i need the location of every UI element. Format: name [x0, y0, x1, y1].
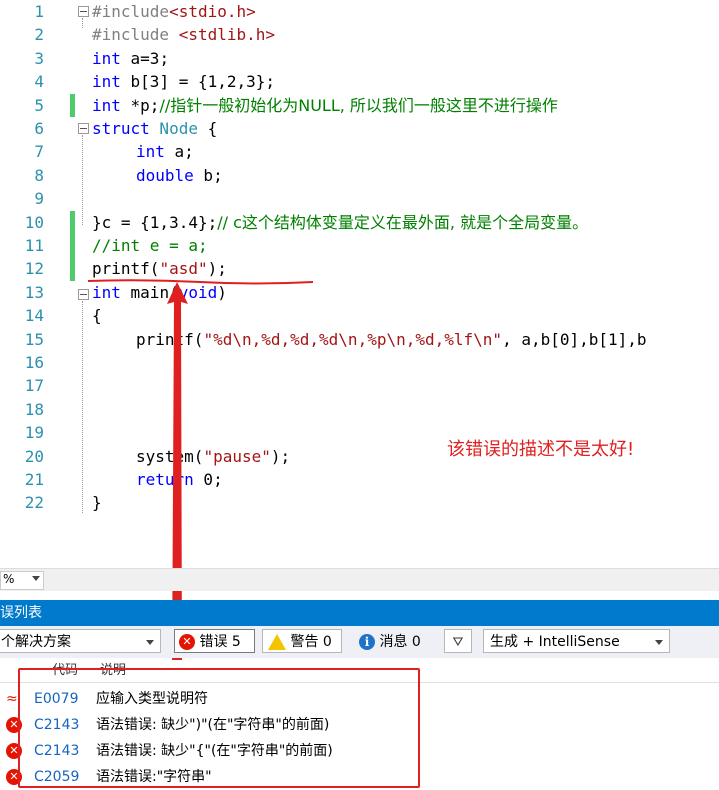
change-marker: [70, 94, 75, 117]
code-line-7: int a;: [136, 142, 194, 162]
zoom-dropdown[interactable]: %: [0, 571, 44, 590]
annotation-text: 该错误的描述不是太好!: [447, 439, 635, 460]
info-icon: i: [359, 634, 375, 650]
annotation-box: [18, 668, 420, 788]
line-number: 1: [34, 2, 44, 21]
line-number: 15: [24, 329, 44, 349]
line-number: 17: [24, 376, 44, 396]
line-number: 21: [24, 470, 44, 489]
red-underline: [88, 279, 313, 285]
code-line-22: }: [92, 493, 102, 513]
fold-toggle-icon[interactable]: [78, 123, 89, 134]
code-line-14: {: [92, 306, 102, 326]
code-line-6: struct Node {: [92, 119, 218, 138]
line-number: 2: [34, 25, 44, 45]
line-number: 18: [24, 399, 44, 419]
warning-icon: [268, 634, 286, 650]
chevron-down-icon: [146, 640, 154, 645]
error-list: 代码 说明 ≈ E0079 应输入类型说明符 ✕ C2143 语法错误: 缺少"…: [0, 660, 719, 788]
line-number: 22: [24, 493, 44, 513]
line-number: 3: [34, 48, 44, 68]
code-line-3: int a=3;: [92, 48, 170, 68]
warnings-filter-button[interactable]: 警告 0: [262, 629, 342, 653]
fold-guide: [82, 135, 83, 225]
code-line-1: #include<stdio.h>: [92, 2, 256, 21]
scope-dropdown[interactable]: 个解决方案: [0, 629, 161, 653]
code-line-11: //int e = a;: [92, 236, 208, 255]
code-line-4: int b[3] = {1,2,3};: [92, 72, 276, 92]
line-number: 4: [34, 72, 44, 92]
code-line-15: printf("%d\n,%d,%d,%d\n,%p\n,%d,%lf\n", …: [136, 329, 647, 349]
line-number: 11: [24, 236, 44, 255]
line-number: 8: [34, 165, 44, 185]
line-number: 16: [24, 353, 44, 372]
fold-toggle-icon[interactable]: [78, 289, 89, 300]
line-number: 20: [24, 446, 44, 466]
line-number: 5: [34, 95, 44, 115]
line-number: 9: [34, 189, 44, 209]
error-list-title: 误列表: [0, 600, 719, 626]
change-marker: [70, 211, 75, 281]
error-icon: ✕: [179, 634, 195, 650]
filter-icon: ⛛: [452, 635, 464, 650]
code-line-20: system("pause");: [136, 446, 291, 466]
line-number: 7: [34, 142, 44, 162]
build-filter-dropdown[interactable]: 生成 + IntelliSense: [483, 629, 670, 653]
line-number: 12: [24, 259, 44, 279]
code-line-10: }c = {1,3.4};// c这个结构体变量定义在最外面, 就是个全局变量。: [92, 212, 589, 232]
fold-guide: [82, 301, 83, 513]
squiggle-icon: ≈: [6, 691, 18, 707]
line-number: 13: [24, 282, 44, 302]
chevron-down-icon: [32, 576, 40, 581]
line-number: 10: [24, 212, 44, 232]
line-number: 6: [34, 119, 44, 138]
code-line-8: double b;: [136, 165, 223, 185]
fold-guide: [82, 18, 83, 28]
filter-button[interactable]: ⛛: [444, 629, 472, 653]
messages-filter-button[interactable]: i 消息 0: [350, 629, 434, 653]
code-line-5: int *p;//指针一般初始化为NULL, 所以我们一般这里不进行操作: [92, 95, 558, 115]
editor-status-strip: %: [0, 568, 719, 591]
errors-filter-button[interactable]: ✕ 错误 5: [174, 629, 255, 653]
code-editor[interactable]: 1 2 3 4 5 6 7 8 9 10 11 12 13 14 15 16 17 18 19 20 21 22 #inc…: [0, 0, 719, 520]
code-line-2: #include <stdlib.h>: [92, 25, 276, 45]
line-number: 19: [24, 423, 44, 443]
chevron-down-icon: [655, 640, 663, 645]
line-number: 14: [24, 306, 44, 326]
fold-toggle-icon[interactable]: [78, 6, 89, 17]
error-list-toolbar: 个解决方案 ✕ 错误 5 警告 0 i 消息 0 ⛛ 生成 + IntelliS…: [0, 626, 719, 658]
